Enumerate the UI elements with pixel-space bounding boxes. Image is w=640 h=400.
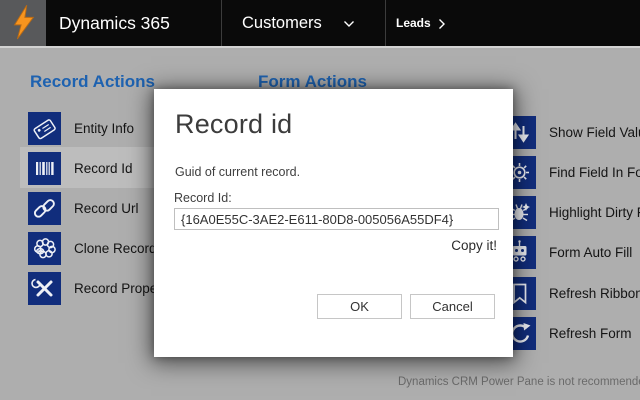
- tag-icon: [28, 112, 61, 145]
- menu-item-label: Record Url: [74, 201, 139, 216]
- menu-item-refresh-form[interactable]: Refresh Form: [503, 317, 632, 350]
- link-icon: [28, 192, 61, 225]
- menu-item-label: Find Field In Form: [549, 165, 640, 180]
- chevron-right-icon: [439, 19, 445, 29]
- dialog-title: Record id: [175, 109, 293, 139]
- record-id-dialog: Record id Guid of current record. Record…: [154, 89, 513, 357]
- sheep-icon: [28, 232, 61, 265]
- menu-item-show-field-value[interactable]: Show Field Value: [503, 116, 640, 149]
- ok-button[interactable]: OK: [317, 294, 402, 319]
- cancel-button[interactable]: Cancel: [410, 294, 495, 319]
- menu-item-refresh-ribbon[interactable]: Refresh Ribbon: [503, 277, 640, 310]
- menu-item-entity-info[interactable]: Entity Info: [28, 112, 134, 145]
- power-pane-overlay: Dynamics 365 Customers Leads Record Acti…: [0, 0, 640, 400]
- menu-item-label: Show Field Value: [549, 125, 640, 140]
- record-id-label: Record Id:: [174, 191, 232, 205]
- menu-item-label: Clone Record: [74, 241, 157, 256]
- entity-dropdown[interactable]: Customers: [242, 0, 322, 46]
- app-title: Dynamics 365: [59, 13, 170, 33]
- top-navigation-bar: Dynamics 365 Customers Leads: [0, 0, 640, 46]
- copy-link[interactable]: Copy it!: [451, 238, 497, 253]
- barcode-icon: [28, 152, 61, 185]
- tools-icon: [28, 272, 61, 305]
- header-divider: [221, 0, 222, 46]
- dialog-description: Guid of current record.: [175, 165, 301, 179]
- menu-item-clone-record[interactable]: Clone Record: [28, 232, 157, 265]
- record-id-input[interactable]: [174, 208, 499, 230]
- menu-item-form-auto-fill[interactable]: Form Auto Fill: [503, 236, 632, 269]
- menu-item-record-url[interactable]: Record Url: [28, 192, 139, 225]
- menu-item-label: Refresh Ribbon: [549, 286, 640, 301]
- menu-item-label: Highlight Dirty Fields: [549, 205, 640, 220]
- power-pane-logo[interactable]: [0, 0, 46, 46]
- menu-item-highlight-dirty-fields[interactable]: Highlight Dirty Fields: [503, 196, 640, 229]
- header-underline: [0, 46, 640, 48]
- record-actions-heading: Record Actions: [30, 72, 156, 91]
- menu-item-label: Entity Info: [74, 121, 135, 136]
- menu-item-label: Form Auto Fill: [549, 245, 633, 260]
- menu-item-find-field-in-form[interactable]: Find Field In Form: [503, 156, 640, 189]
- menu-item-label: Refresh Form: [549, 326, 632, 341]
- menu-item-label: Record Id: [74, 161, 133, 176]
- breadcrumb-leads[interactable]: Leads: [396, 0, 431, 46]
- menu-item-record-id[interactable]: Record Id: [28, 152, 133, 185]
- lightning-bolt-icon: [13, 4, 35, 40]
- chevron-down-icon[interactable]: [343, 20, 355, 28]
- status-message: Dynamics CRM Power Pane is not recommend…: [398, 376, 640, 388]
- header-divider: [385, 0, 386, 46]
